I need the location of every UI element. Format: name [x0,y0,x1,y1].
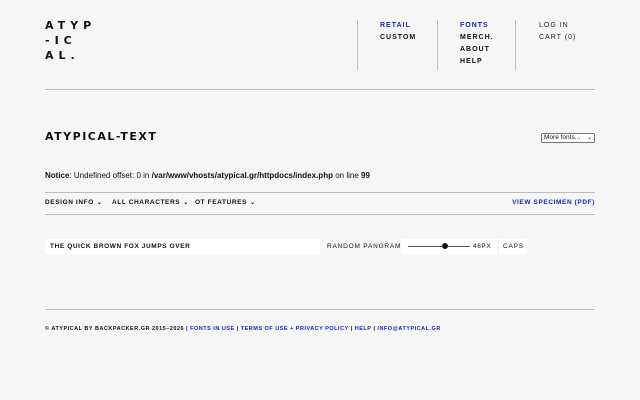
page-title: ATYPICAL-TEXT [45,130,158,143]
all-characters-toggle[interactable]: ALL CHARACTERS ⌄ [112,199,189,206]
font-toolbar: DESIGN INFO ⌄ ALL CHARACTERS ⌄ OT FEATURES… [45,199,595,209]
size-value-label: 48PX [473,243,492,250]
all-characters-label: ALL CHARACTERS [112,199,181,206]
chevron-down-icon: ⌄ [96,200,103,206]
header-divider [45,89,595,90]
nav-about-link[interactable]: ABOUT [460,44,494,56]
nav-custom-link[interactable]: CUSTOM [380,32,416,44]
view-specimen-link[interactable]: VIEW SPECIMEN (PDF) [512,199,595,206]
chevron-down-icon: ⌄ [586,135,592,141]
caps-toggle[interactable]: CAPS [503,243,524,250]
toolbar-top-divider [45,192,595,193]
select-value: More fonts... [544,134,581,141]
nav-column-account: LOG IN CART (0) [539,20,576,44]
design-info-toggle[interactable]: DESIGN INFO ⌄ [45,199,103,206]
nav-divider [515,20,516,70]
logo-line-3: AL. [45,49,80,62]
nav-cart-link[interactable]: CART (0) [539,32,576,44]
notice-line: 99 [361,171,370,180]
footer-email-link[interactable]: INFO@ATYPICAL.GR [377,326,440,332]
logo-line-2: -IC [45,34,77,47]
notice-text: : Undefined offset: 0 in [69,171,152,180]
footer-copyright: © ATYPICAL BY BACKPACKER.GR 2015–2026 [45,326,185,332]
footer: © ATYPICAL BY BACKPACKER.GR 2015–2026 | … [45,326,441,332]
logo[interactable]: ATYP -IC AL. [45,18,105,63]
ot-features-label: OT FEATURES [195,199,247,206]
chevron-down-icon: ⌄ [183,200,189,206]
footer-fonts-in-use-link[interactable]: FONTS IN USE [190,326,235,332]
nav-column-main: FONTS MERCH. ABOUT HELP [460,20,494,68]
notice-path: /var/www/vhosts/atypical.gr/httpdocs/ind… [151,171,333,180]
nav-divider [357,20,358,70]
type-tester-text: THE QUICK BROWN FOX JUMPS OVER [50,243,191,250]
chevron-down-icon: ⌄ [249,200,256,206]
notice-on: on line [332,171,361,180]
logo-line-1: ATYP [45,19,97,32]
design-info-label: DESIGN INFO [45,199,94,206]
nav-help-link[interactable]: HELP [460,56,494,68]
ot-features-toggle[interactable]: OT FEATURES ⌄ [195,199,256,206]
more-fonts-select[interactable]: More fonts... ⌄ [541,133,595,143]
nav-divider [437,20,438,70]
notice-label: Notice [45,171,70,180]
nav-column-shop: RETAIL CUSTOM [380,20,416,44]
footer-divider [45,309,595,310]
toolbar-bottom-divider [45,214,595,215]
footer-help-link[interactable]: HELP [355,326,372,332]
nav-retail-link[interactable]: RETAIL [380,20,416,32]
size-slider-track[interactable] [408,246,470,247]
nav-merch-link[interactable]: MERCH. [460,32,494,44]
php-notice: Notice: Undefined offset: 0 in /var/www/… [45,171,370,180]
random-pangram-button[interactable]: RANDOM PANGRAM [327,243,401,250]
nav-fonts-link[interactable]: FONTS [460,20,494,32]
footer-terms-link[interactable]: TERMS OF USE + PRIVACY POLICY [241,326,349,332]
nav-login-link[interactable]: LOG IN [539,20,576,32]
